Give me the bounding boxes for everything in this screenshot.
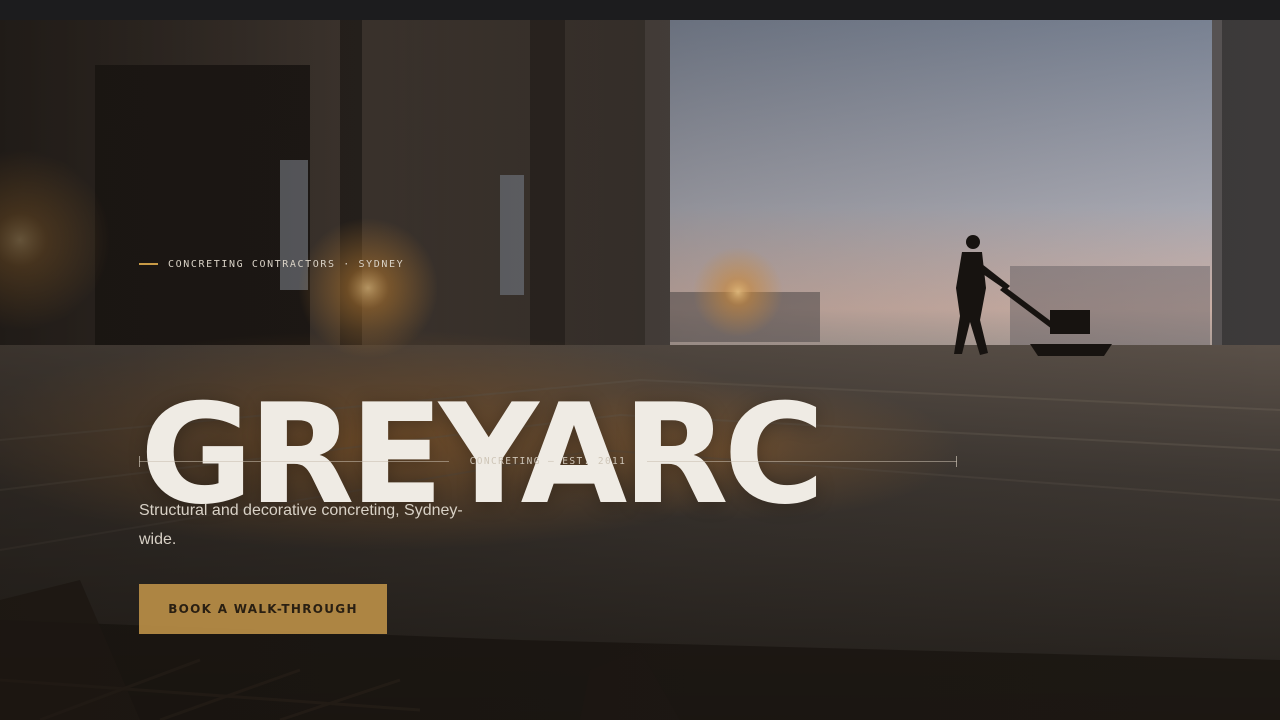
browser-top-bar	[0, 0, 1280, 20]
hero-eyebrow: CONCRETING CONTRACTORS · SYDNEY	[139, 257, 404, 271]
eyebrow-accent-rule	[139, 263, 158, 265]
brand-subline: CONCRETING — EST. 2011	[469, 456, 627, 467]
eyebrow-text: CONCRETING CONTRACTORS · SYDNEY	[168, 258, 405, 270]
hero-content: CONCRETING CONTRACTORS · SYDNEY GREYARC …	[0, 20, 1280, 720]
brand-divider: CONCRETING — EST. 2011	[139, 455, 957, 469]
hero-section: CONCRETING CONTRACTORS · SYDNEY GREYARC …	[0, 20, 1280, 720]
divider-line-left	[139, 461, 449, 462]
divider-tick-right	[956, 456, 957, 467]
hero-tagline: Structural and decorative concreting, Sy…	[139, 502, 463, 548]
divider-line-right	[647, 461, 957, 462]
book-walkthrough-button[interactable]: BOOK A WALK-THROUGH	[139, 584, 387, 634]
